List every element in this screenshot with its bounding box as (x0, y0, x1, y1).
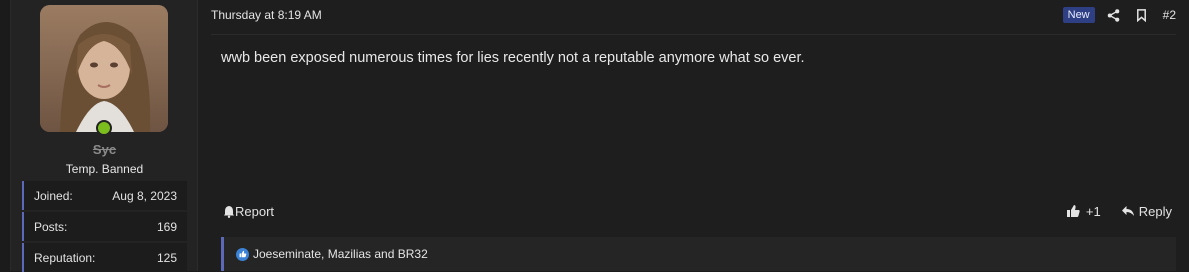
stat-value: Aug 8, 2023 (112, 188, 177, 203)
stat-reputation: Reputation: 125 (22, 243, 187, 272)
new-badge: New (1062, 7, 1095, 23)
username[interactable]: Syc (11, 142, 198, 157)
post-header-actions: New #2 (1062, 7, 1176, 23)
thumbs-up-icon (1066, 205, 1080, 217)
header-divider (211, 34, 1176, 35)
bell-icon (224, 205, 234, 218)
report-button[interactable]: Report (223, 204, 274, 219)
like-reaction-icon (236, 247, 249, 261)
reactions-text[interactable]: Joeseminate, Mazilias and BR32 (253, 247, 428, 261)
user-panel: Syc Temp. Banned Joined: Aug 8, 2023 Pos… (11, 0, 198, 272)
forum-post: Syc Temp. Banned Joined: Aug 8, 2023 Pos… (10, 0, 1189, 272)
reply-label: Reply (1138, 203, 1172, 219)
stat-value: 125 (156, 250, 177, 265)
like-button[interactable]: +1 (1066, 204, 1101, 219)
reactions-bar[interactable]: Joeseminate, Mazilias and BR32 (221, 237, 1176, 271)
stat-posts: Posts: 169 (22, 212, 187, 241)
stat-label: Joined: (34, 188, 73, 203)
post-message: wwb been exposed numerous times for lies… (221, 50, 805, 66)
online-status-dot (96, 120, 112, 136)
footer-actions: +1 Reply (1066, 204, 1172, 219)
user-title: Temp. Banned (65, 162, 144, 176)
post-header: Thursday at 8:19 AM New #2 (211, 5, 1176, 25)
reply-arrow-icon (1121, 206, 1134, 216)
post-timestamp[interactable]: Thursday at 8:19 AM (211, 8, 322, 22)
like-count: +1 (1085, 203, 1101, 219)
stat-label: Reputation: (34, 250, 96, 265)
stat-joined: Joined: Aug 8, 2023 (22, 181, 187, 210)
report-label: Report (235, 203, 275, 219)
stat-label: Posts: (34, 219, 68, 234)
reply-button[interactable]: Reply (1121, 204, 1172, 219)
post-main: Thursday at 8:19 AM New #2 wwb been expo… (199, 0, 1189, 271)
avatar[interactable] (40, 5, 168, 132)
stat-value: 169 (156, 219, 177, 234)
post-number-link[interactable]: #2 (1163, 8, 1176, 22)
bookmark-icon[interactable] (1135, 8, 1149, 22)
post-footer: Report +1 Reply (223, 202, 1172, 220)
share-icon[interactable] (1107, 8, 1121, 22)
